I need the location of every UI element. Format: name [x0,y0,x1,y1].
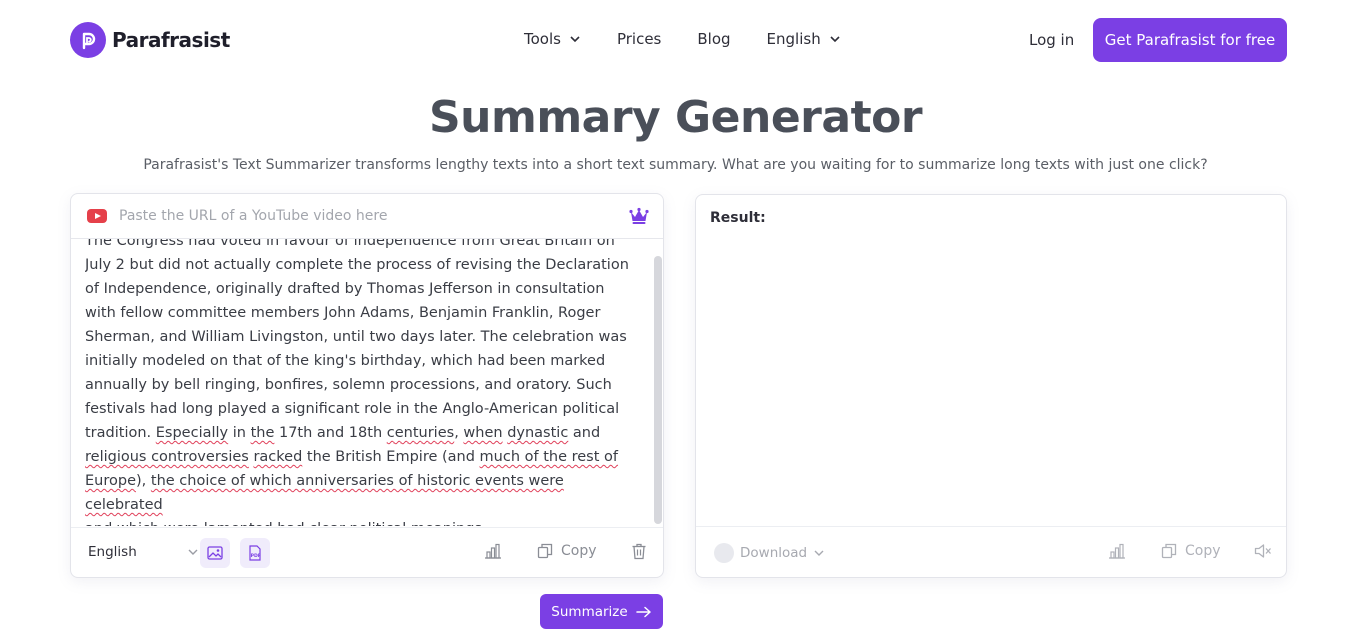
upload-image-button[interactable] [200,538,230,568]
flagged-text: were lamented had clear political meanin… [164,521,482,526]
text-segment: ), [136,473,151,489]
flagged-text: dynastic [507,425,569,441]
text-segment: July 2 but did not actually complete the… [85,257,629,273]
chevron-down-icon [188,549,198,555]
login-link[interactable]: Log in [1029,31,1074,49]
text-segment: of Independence, originally drafted by T… [85,281,605,297]
input-panel: The Congress had voted in favour of inde… [70,193,664,578]
text-line: initially modeled on that of the king's … [85,349,645,373]
result-label: Result: [710,210,766,226]
nav-language[interactable]: English [767,30,841,48]
copy-result-button[interactable]: Copy [1161,543,1221,559]
pdf-icon: PDF [249,545,261,561]
upload-pdf-button[interactable]: PDF [240,538,270,568]
flagged-text: religious controversies [85,449,249,465]
nav-tools[interactable]: Tools [524,30,581,48]
main-nav: Tools Prices Blog English [524,30,841,48]
page-subtitle: Parafrasist's Text Summarizer transforms… [143,157,1208,173]
text-line: Sherman, and William Livingston, until t… [85,325,645,349]
text-line: annually by bell ringing, bonfires, sole… [85,373,645,397]
nav-language-label: English [766,30,821,48]
parafrasist-logo-icon [70,22,106,58]
youtube-icon [87,209,107,223]
page-title: Summary Generator [428,92,923,143]
flagged-text: centuries [386,425,455,441]
chevron-down-icon [570,36,580,43]
text-line: religious controversies racked the Briti… [85,445,645,469]
flagged-text: Especially [155,425,229,441]
nav-prices-label: Prices [616,30,662,48]
text-segment: The Congress had voted in favour of inde… [85,239,615,249]
get-free-button[interactable]: Get Parafrasist for free [1093,18,1287,62]
youtube-url-row [71,194,663,239]
flagged-text: Europe [85,473,136,489]
nav-tools-label: Tools [524,30,561,48]
source-text-area[interactable]: The Congress had voted in favour of inde… [85,239,651,526]
text-segment: with fellow committee members John Adams… [85,305,601,321]
flagged-text: much of the rest of [479,449,619,465]
chevron-down-icon [814,550,824,556]
result-panel: Result: Download Copy [695,194,1287,578]
bar-chart-icon [485,543,501,559]
copy-input-button[interactable]: Copy [537,543,597,559]
text-segment: in [228,425,251,441]
crown-icon[interactable] [629,207,649,225]
text-line: tradition. Especially in the 17th and 18… [85,421,645,445]
summarize-label: Summarize [551,603,628,620]
stats-button[interactable] [484,543,502,559]
speaker-mute-icon [1254,544,1271,558]
text-line: July 2 but did not actually complete the… [85,253,645,277]
trash-icon [632,543,646,560]
nav-prices[interactable]: Prices [617,30,661,48]
youtube-url-input[interactable] [119,208,609,224]
chevron-down-icon [830,36,840,43]
text-segment: 17th and 18th [274,425,387,441]
svg-text:PDF: PDF [251,553,261,559]
flagged-text: racked [253,449,303,465]
download-button[interactable]: Download [714,543,825,563]
logo-text: Parafrasist [112,28,230,52]
text-line: festivals had long played a significant … [85,397,645,421]
logo[interactable]: Parafrasist [70,22,230,58]
text-segment: . [482,521,487,526]
copy-result-label: Copy [1185,543,1221,559]
arrow-right-icon [635,606,651,617]
flagged-text: the [250,425,275,441]
copy-icon [537,543,553,559]
download-icon [714,543,734,563]
text-scrollbar[interactable] [654,256,662,524]
delete-button[interactable] [631,543,647,560]
copy-icon [1161,543,1177,559]
text-line: Europe), the choice of which anniversari… [85,469,645,517]
flagged-text: the choice of which anniversaries of his… [85,473,564,513]
result-stats-button[interactable] [1108,543,1126,559]
input-toolbar: English PDF Copy [71,527,663,577]
bar-chart-icon [1109,543,1125,559]
text-segment: and [568,425,601,441]
result-toolbar: Download Copy [696,526,1286,577]
flagged-text: when [463,425,503,441]
language-select-value: English [88,544,137,560]
text-segment: the British Empire (and [302,449,480,465]
text-segment: annually by bell ringing, bonfires, sole… [85,377,612,393]
text-line: and which were lamented had clear politi… [85,517,645,526]
flagged-text: which [117,521,159,526]
download-label: Download [740,545,808,561]
copy-input-label: Copy [561,543,597,559]
nav-blog-label: Blog [697,30,731,48]
text-line: The Congress had voted in favour of inde… [85,239,645,253]
image-icon [207,546,223,560]
text-segment: initially modeled on that of the king's … [85,353,606,369]
source-text: The Congress had voted in favour of inde… [85,239,645,526]
text-segment: festivals had long played a significant … [85,401,620,417]
text-line: with fellow committee members John Adams… [85,301,645,325]
speaker-button[interactable] [1254,543,1272,559]
text-segment: tradition. [85,425,156,441]
language-select[interactable]: English [88,544,199,560]
summarize-button[interactable]: Summarize [540,594,663,629]
text-line: of Independence, originally drafted by T… [85,277,645,301]
text-segment: and [85,521,117,526]
text-segment: Sherman, and William Livingston, until t… [85,329,627,345]
nav-blog[interactable]: Blog [697,30,730,48]
